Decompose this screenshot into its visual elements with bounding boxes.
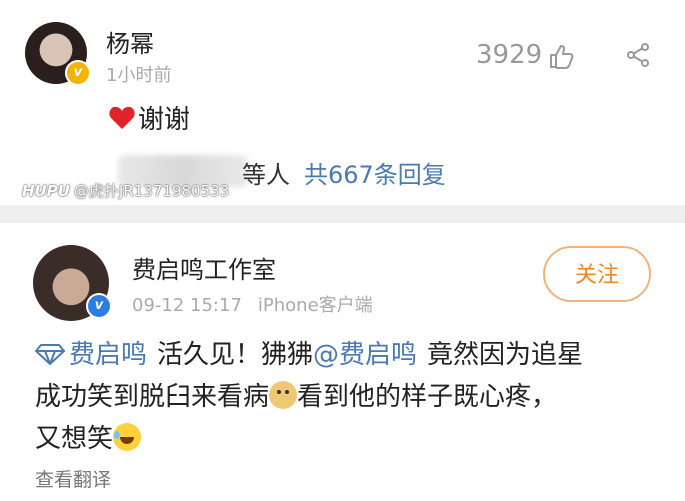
diamond-icon	[35, 344, 65, 365]
post-line1-text: 活久见！狒狒	[157, 340, 314, 370]
post-text: 费启鸣 活久见！狒狒@费启鸣 竟然因为追星 成功笑到脱臼来看病 看到他的样子既心疼， …	[35, 334, 655, 460]
watermark-logo: HUPU	[22, 182, 70, 200]
super-topic-link[interactable]: 费启鸣	[69, 340, 147, 370]
post-line3-text: 又想笑	[35, 424, 114, 454]
share-icon[interactable]	[625, 42, 651, 68]
like-count[interactable]: 3929	[476, 40, 542, 70]
dog-emoji-icon	[269, 381, 298, 409]
watermark: HUPU @虎扑JR1371980533	[22, 180, 229, 201]
laugh-cry-emoji-icon	[113, 423, 142, 451]
others-label: 等人	[242, 161, 290, 189]
post-date: 09-12 15:17	[132, 295, 242, 316]
post-meta: 09-12 15:17 iPhone客户端	[132, 291, 389, 317]
reply-count-link[interactable]: 共667条回复	[304, 155, 446, 190]
post-line2-rest: 看到他的样子既心疼，	[297, 382, 558, 412]
verified-badge-icon: v	[65, 60, 91, 86]
section-divider	[0, 205, 685, 223]
post-user-name[interactable]: 费启鸣工作室	[132, 250, 276, 285]
like-icon[interactable]	[547, 42, 575, 70]
post-line2-text: 成功笑到脱臼来看病	[35, 382, 270, 412]
watermark-text: @虎扑JR1371980533	[73, 182, 230, 200]
reply-time: 1小时前	[106, 65, 172, 86]
heart-icon	[109, 106, 135, 129]
reply-text-content: 谢谢	[138, 105, 191, 135]
reply-text: 谢谢	[108, 99, 190, 136]
verified-badge-icon: v	[86, 293, 112, 319]
post-client: iPhone客户端	[257, 295, 373, 316]
translate-link[interactable]: 查看翻译	[35, 465, 111, 492]
post-line1-rest: 竟然因为追星	[427, 340, 584, 370]
reply-card: v 杨幂 1小时前 3929 谢谢 等人 共667条回复 HUPU @虎扑JR13…	[0, 0, 685, 205]
reply-user-name[interactable]: 杨幂	[106, 24, 154, 59]
mention-link[interactable]: @费启鸣	[313, 340, 417, 370]
follow-button[interactable]: 关注	[543, 246, 651, 302]
